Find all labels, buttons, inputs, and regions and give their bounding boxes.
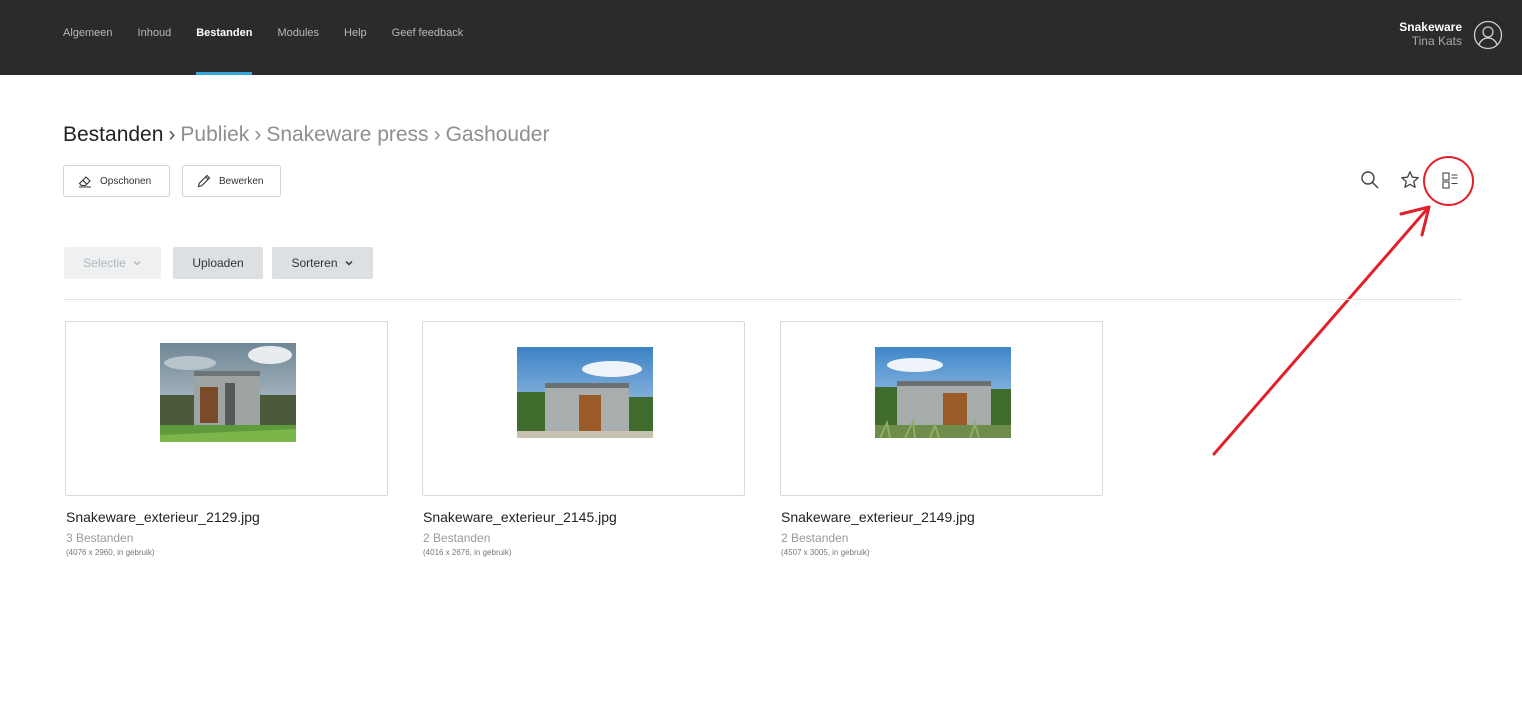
clean-button-label: Opschonen: [100, 175, 152, 187]
selection-label: Selectie: [83, 256, 126, 270]
main-nav: Algemeen Inhoud Bestanden Modules Help G…: [63, 0, 488, 75]
nav-item-inhoud[interactable]: Inhoud: [138, 0, 172, 75]
breadcrumb-separator: ›: [433, 123, 441, 146]
breadcrumb: Bestanden › Publiek › Snakeware press › Gashou…: [63, 121, 549, 149]
file-name[interactable]: Snakeware_exterieur_2145.jpg: [423, 509, 745, 525]
user-circle-icon[interactable]: [1473, 20, 1503, 50]
breadcrumb-item-snakeware-press[interactable]: Snakeware press: [266, 123, 428, 146]
file-thumbnail-image: [875, 347, 1011, 438]
view-toggle-icon[interactable]: [1439, 169, 1461, 191]
file-name[interactable]: Snakeware_exterieur_2129.jpg: [66, 509, 388, 525]
file-thumbnail-frame[interactable]: [65, 321, 388, 496]
file-meta: (4076 x 2960, in gebruik): [66, 548, 155, 557]
eraser-icon: [78, 176, 91, 188]
file-meta: (4507 x 3005, in gebruik): [781, 548, 870, 557]
user-info[interactable]: Snakeware Tina Kats: [1399, 20, 1462, 49]
file-meta: (4016 x 2676, in gebruik): [423, 548, 512, 557]
upload-button[interactable]: Uploaden: [173, 247, 263, 279]
chevron-down-icon: [344, 260, 353, 266]
nav-item-modules[interactable]: Modules: [277, 0, 319, 75]
file-card[interactable]: Snakeware_exterieur_2145.jpg 2 Bestanden…: [422, 321, 745, 558]
file-count: 2 Bestanden: [423, 531, 491, 545]
nav-item-help[interactable]: Help: [344, 0, 367, 75]
file-thumbnail-image: [517, 347, 653, 438]
user-company: Snakeware: [1399, 20, 1462, 34]
edit-button-label: Bewerken: [219, 175, 264, 187]
file-count: 3 Bestanden: [66, 531, 134, 545]
star-icon[interactable]: [1399, 169, 1421, 191]
sort-dropdown[interactable]: Sorteren: [272, 247, 373, 279]
edit-button[interactable]: Bewerken: [182, 165, 281, 197]
upload-label: Uploaden: [192, 256, 244, 270]
breadcrumb-item-gashouder: Gashouder: [445, 123, 550, 146]
sort-label: Sorteren: [291, 256, 338, 270]
user-name: Tina Kats: [1411, 34, 1462, 48]
file-thumbnail-frame[interactable]: [780, 321, 1103, 496]
pencil-icon: [197, 174, 211, 188]
selection-dropdown[interactable]: Selectie: [64, 247, 161, 279]
nav-item-algemeen[interactable]: Algemeen: [63, 0, 113, 75]
divider: [64, 299, 1462, 300]
clean-button[interactable]: Opschonen: [63, 165, 170, 197]
file-card[interactable]: Snakeware_exterieur_2149.jpg 2 Bestanden…: [780, 321, 1103, 558]
chevron-down-icon: [133, 261, 141, 266]
breadcrumb-separator: ›: [168, 123, 176, 146]
file-name[interactable]: Snakeware_exterieur_2149.jpg: [781, 509, 1103, 525]
file-thumbnail-frame[interactable]: [422, 321, 745, 496]
file-count: 2 Bestanden: [781, 531, 849, 545]
breadcrumb-separator: ›: [254, 123, 262, 146]
breadcrumb-item-publiek[interactable]: Publiek: [180, 123, 249, 146]
file-thumbnail-image: [160, 343, 296, 442]
nav-item-bestanden[interactable]: Bestanden: [196, 0, 253, 75]
top-navigation-bar: Algemeen Inhoud Bestanden Modules Help G…: [0, 0, 1522, 75]
file-card[interactable]: Snakeware_exterieur_2129.jpg 3 Bestanden…: [65, 321, 388, 558]
search-icon[interactable]: [1359, 169, 1381, 191]
nav-item-feedback[interactable]: Geef feedback: [392, 0, 464, 75]
breadcrumb-root[interactable]: Bestanden: [63, 123, 163, 146]
